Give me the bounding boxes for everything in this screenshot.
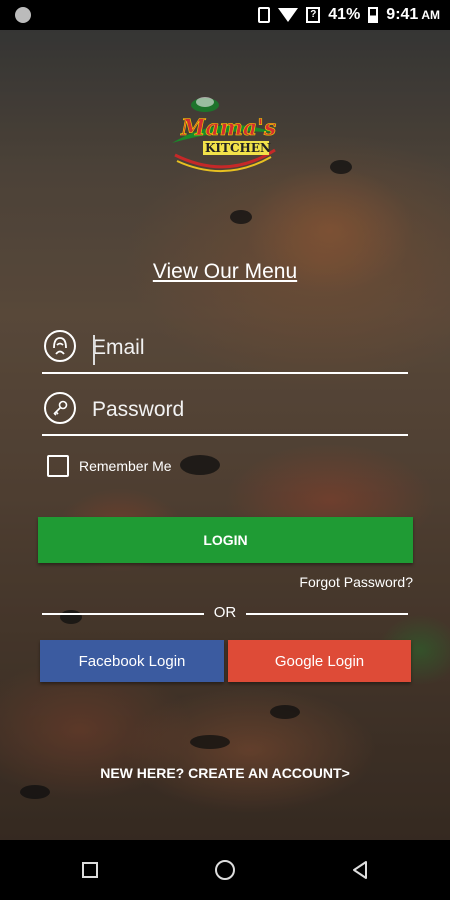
home-icon[interactable] (215, 860, 235, 880)
signal-icon: ? (306, 7, 321, 23)
password-input[interactable] (92, 392, 402, 428)
svg-text:KITCHEN: KITCHEN (205, 141, 271, 155)
divider-line-right (246, 613, 408, 615)
remember-me-label: Remember Me (79, 458, 172, 474)
clock-time: 9:41 (386, 6, 419, 23)
svg-text:Mama's: Mama's (180, 115, 276, 141)
email-field[interactable] (42, 326, 408, 374)
or-divider: OR (42, 604, 408, 624)
navigation-bar (0, 840, 450, 900)
wifi-icon (278, 8, 299, 22)
login-button[interactable]: LOGIN (38, 517, 413, 563)
facebook-login-button[interactable]: Facebook Login (40, 640, 224, 682)
remember-me-checkbox[interactable] (47, 455, 69, 477)
notification-dot-icon (15, 7, 31, 23)
back-icon[interactable] (350, 860, 370, 880)
view-menu-link[interactable]: View Our Menu (0, 260, 450, 284)
remember-me-row[interactable]: Remember Me (47, 455, 172, 477)
google-login-button[interactable]: Google Login (228, 640, 411, 682)
key-icon (44, 392, 76, 424)
user-icon (44, 330, 76, 362)
vibrate-icon (258, 7, 271, 23)
login-screen: ? 41% 9:41 AM Mama's KITCHEN View Our Me… (0, 0, 450, 900)
clock-ampm: AM (421, 8, 440, 22)
forgot-password-link[interactable]: Forgot Password? (299, 574, 413, 590)
status-bar: ? 41% 9:41 AM (0, 0, 450, 30)
battery-percent: 41% (328, 6, 361, 23)
text-cursor (93, 335, 95, 365)
mamas-kitchen-logo: Mama's KITCHEN (172, 97, 277, 173)
recent-apps-icon[interactable] (82, 862, 98, 878)
create-account-link[interactable]: NEW HERE? CREATE AN ACCOUNT> (0, 765, 450, 781)
status-icons: ? 41% 9:41 AM (258, 5, 440, 25)
password-field[interactable] (42, 388, 408, 436)
email-input[interactable] (92, 330, 402, 366)
battery-icon (368, 7, 379, 23)
